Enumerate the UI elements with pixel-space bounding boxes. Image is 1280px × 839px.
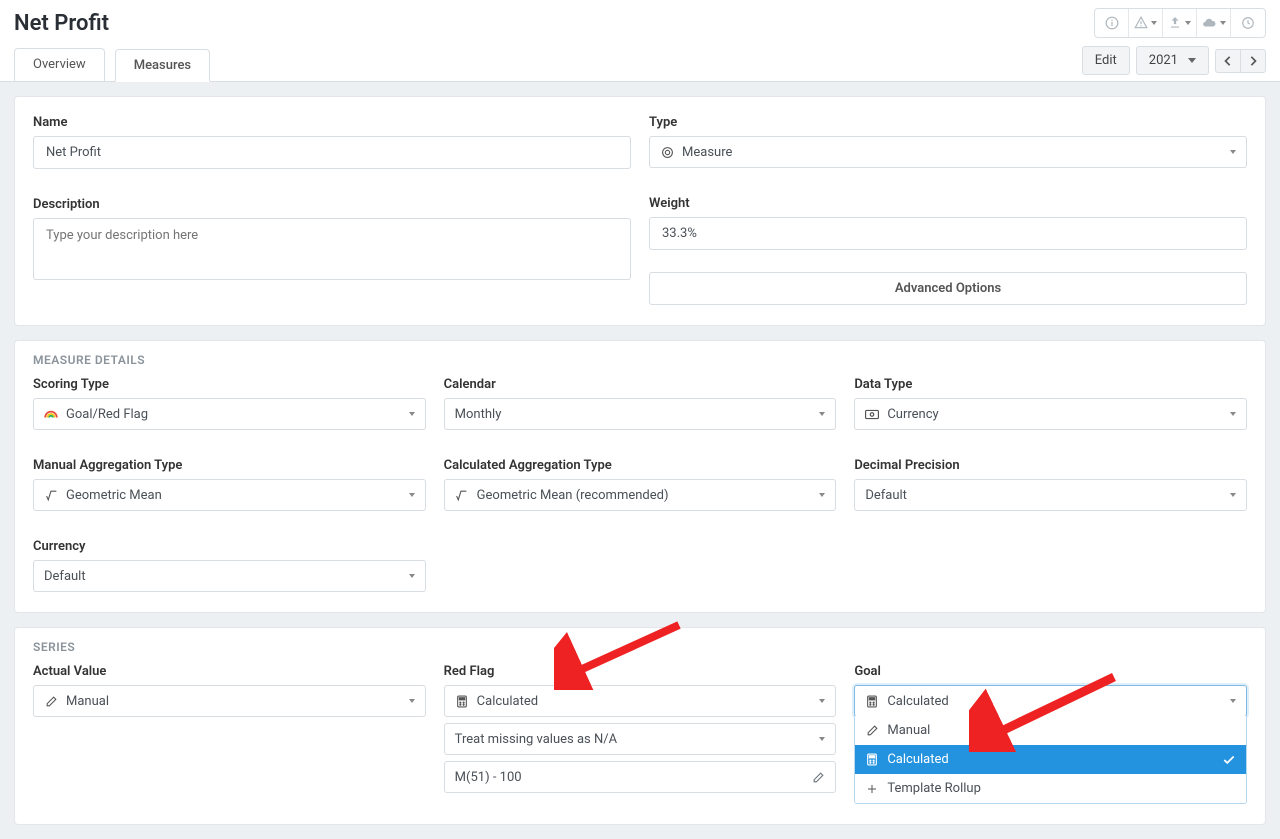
precision-value: Default (865, 488, 907, 503)
chevron-down-icon (1230, 699, 1236, 703)
chevron-down-icon (409, 493, 415, 497)
chevron-down-icon (409, 412, 415, 416)
manual-agg-select[interactable]: Geometric Mean (33, 479, 426, 511)
calc-agg-select[interactable]: Geometric Mean (recommended) (444, 479, 837, 511)
redflag-select[interactable]: Calculated (444, 685, 837, 717)
gauge-icon (44, 407, 58, 421)
check-icon (1222, 753, 1236, 767)
goal-label: Goal (854, 664, 1247, 679)
description-label: Description (33, 197, 631, 212)
actual-value-select[interactable]: Manual (33, 685, 426, 717)
currency-label: Currency (33, 539, 426, 554)
cloud-icon[interactable] (1197, 9, 1231, 37)
calculator-icon (865, 694, 879, 708)
export-icon[interactable] (1163, 9, 1197, 37)
chevron-down-icon (409, 574, 415, 578)
redflag-formula[interactable]: M(51) - 100 (444, 761, 837, 793)
scoring-type-label: Scoring Type (33, 377, 426, 392)
goal-option-template-label: Template Rollup (887, 781, 981, 796)
scoring-type-select[interactable]: Goal/Red Flag (33, 398, 426, 430)
calendar-label: Calendar (444, 377, 837, 392)
plus-icon (865, 782, 879, 796)
measure-details-heading: MEASURE DETAILS (33, 353, 1247, 367)
redflag-label: Red Flag (444, 664, 837, 679)
calculator-icon (865, 753, 879, 767)
calc-agg-label: Calculated Aggregation Type (444, 458, 837, 473)
edit-button[interactable]: Edit (1082, 46, 1130, 75)
precision-label: Decimal Precision (854, 458, 1247, 473)
edit-icon (865, 724, 879, 738)
tab-overview[interactable]: Overview (14, 48, 105, 81)
goal-option-calculated-label: Calculated (887, 752, 948, 767)
goal-option-manual-label: Manual (887, 723, 930, 738)
goal-dropdown: Manual Calculated Template Rollup (854, 716, 1247, 804)
weight-label: Weight (649, 196, 1247, 211)
chevron-down-icon (819, 737, 825, 741)
goal-option-manual[interactable]: Manual (855, 716, 1246, 745)
chevron-down-icon (819, 493, 825, 497)
chevron-down-icon (1230, 412, 1236, 416)
year-label: 2021 (1149, 53, 1178, 68)
edit-icon (44, 694, 58, 708)
advanced-options-button[interactable]: Advanced Options (649, 272, 1247, 305)
prev-button[interactable] (1215, 49, 1241, 73)
goal-value-text: Calculated (887, 694, 948, 709)
scoring-type-value: Goal/Red Flag (66, 407, 148, 422)
calendar-select[interactable]: Monthly (444, 398, 837, 430)
basic-panel: Name Description Type Measure (14, 96, 1266, 326)
currency-select[interactable]: Default (33, 560, 426, 592)
redflag-missing-text: Treat missing values as N/A (455, 732, 617, 747)
currency-icon (865, 407, 879, 421)
manual-agg-label: Manual Aggregation Type (33, 458, 426, 473)
datatype-label: Data Type (854, 377, 1247, 392)
name-input[interactable] (33, 136, 631, 169)
calendar-value: Monthly (455, 407, 502, 422)
weight-input[interactable] (649, 217, 1247, 250)
precision-select[interactable]: Default (854, 479, 1247, 511)
datatype-value: Currency (887, 407, 938, 422)
chevron-down-icon (1188, 58, 1196, 63)
type-label: Type (649, 115, 1247, 130)
name-label: Name (33, 115, 631, 130)
chevron-down-icon (1230, 150, 1236, 154)
chevron-down-icon (1230, 493, 1236, 497)
type-value: Measure (682, 145, 732, 160)
radical-icon (455, 488, 469, 502)
warning-icon[interactable] (1129, 9, 1163, 37)
year-selector[interactable]: 2021 (1136, 46, 1209, 75)
goal-option-calculated[interactable]: Calculated (855, 745, 1246, 774)
description-input[interactable] (33, 218, 631, 280)
type-select[interactable]: Measure (649, 136, 1247, 168)
measure-details-panel: MEASURE DETAILS Scoring Type Goal/Red Fl… (14, 340, 1266, 613)
redflag-formula-text: M(51) - 100 (455, 770, 803, 785)
datatype-select[interactable]: Currency (854, 398, 1247, 430)
manual-agg-value: Geometric Mean (66, 488, 162, 503)
goal-option-template[interactable]: Template Rollup (855, 774, 1246, 803)
toolbar-icons (1094, 8, 1266, 38)
redflag-missing-select[interactable]: Treat missing values as N/A (444, 723, 837, 755)
pencil-icon[interactable] (812, 771, 825, 784)
calc-agg-value: Geometric Mean (recommended) (477, 488, 669, 503)
info-icon[interactable] (1095, 9, 1129, 37)
series-heading: SERIES (33, 640, 1247, 654)
radical-icon (44, 488, 58, 502)
chevron-down-icon (819, 699, 825, 703)
actual-value-label: Actual Value (33, 664, 426, 679)
chevron-down-icon (409, 699, 415, 703)
calculator-icon (455, 694, 469, 708)
actual-value-text: Manual (66, 694, 109, 709)
redflag-value-text: Calculated (477, 694, 538, 709)
goal-select[interactable]: Calculated (854, 685, 1247, 717)
next-button[interactable] (1240, 49, 1266, 73)
clock-icon[interactable] (1231, 9, 1265, 37)
series-panel: SERIES Actual Value Manual Red Flag (14, 627, 1266, 825)
chevron-down-icon (819, 412, 825, 416)
page-title: Net Profit (14, 11, 109, 36)
currency-value: Default (44, 569, 86, 584)
target-icon (660, 145, 674, 159)
tab-measures[interactable]: Measures (115, 49, 210, 82)
